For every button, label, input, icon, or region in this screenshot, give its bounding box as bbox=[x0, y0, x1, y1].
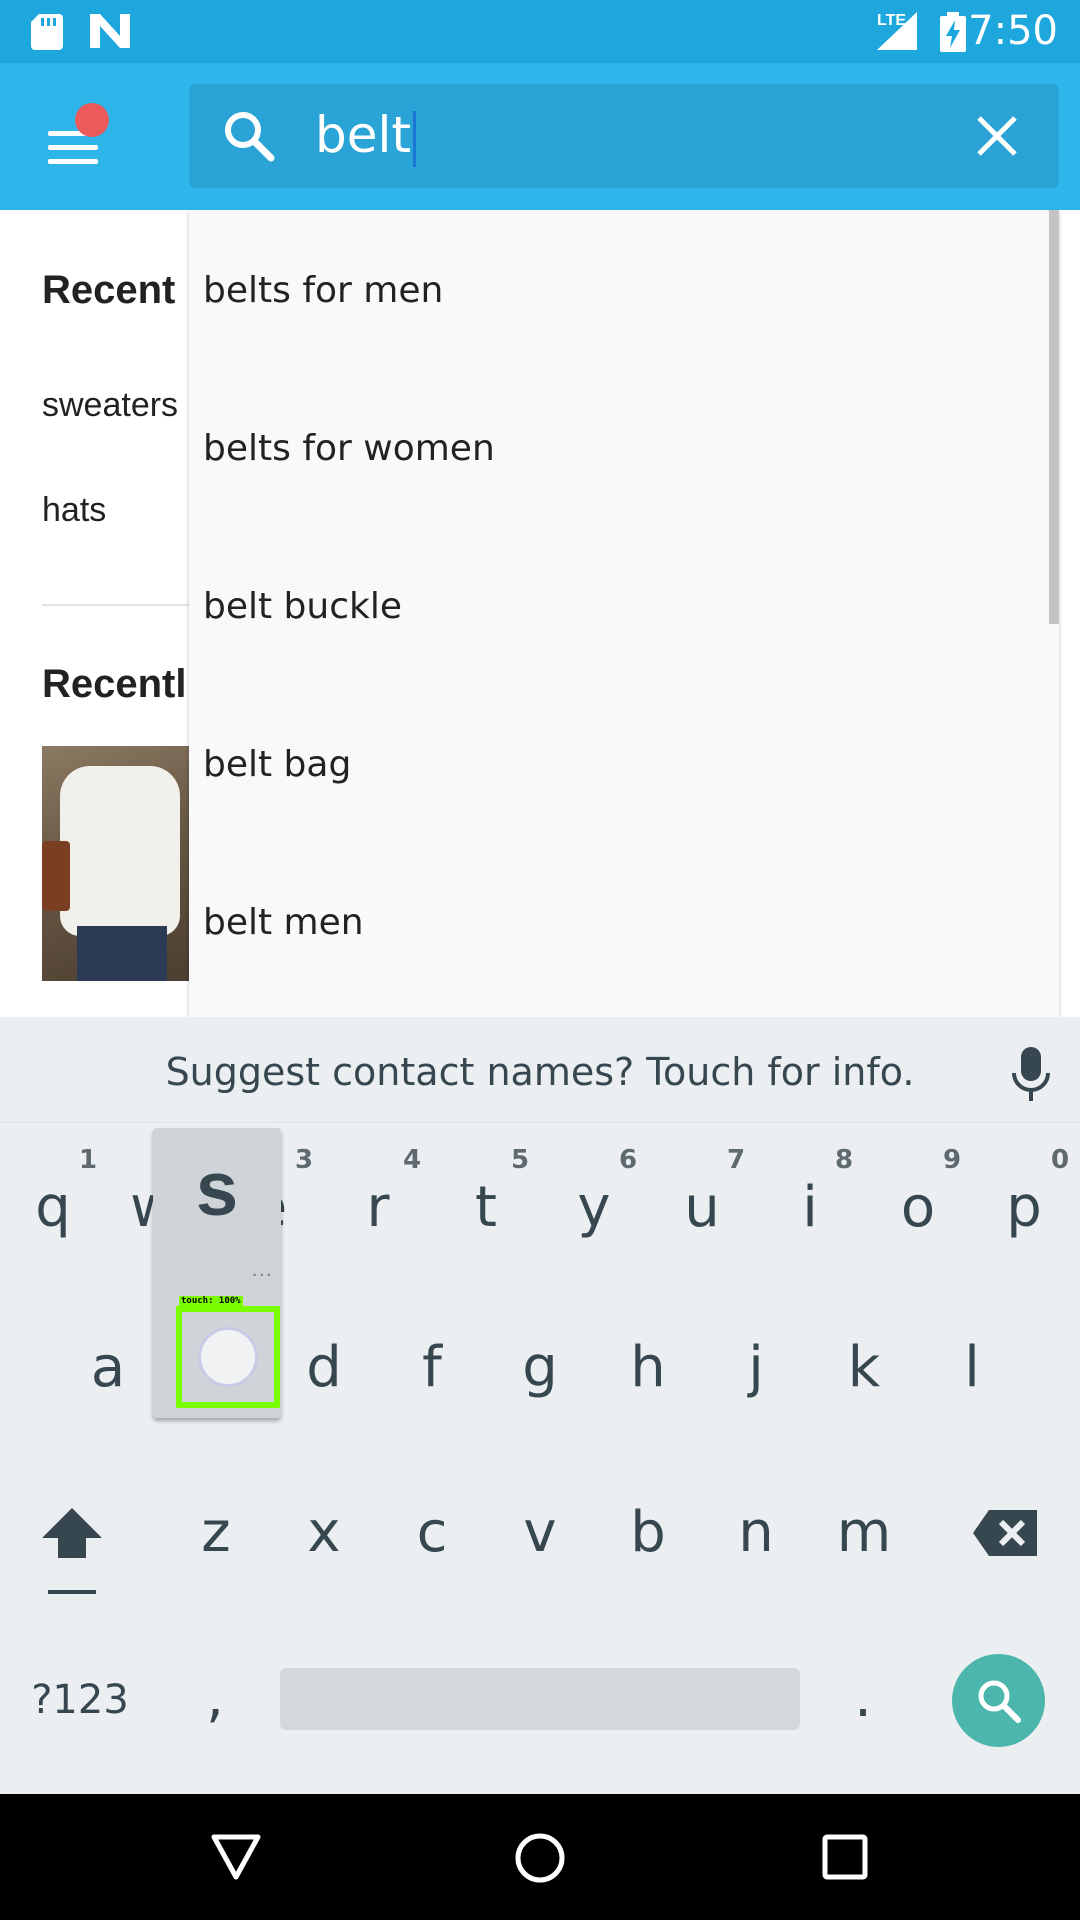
search-icon bbox=[225, 112, 275, 162]
key-hint: 1 bbox=[79, 1145, 98, 1175]
key-k[interactable]: k bbox=[829, 1335, 899, 1400]
recently-viewed-heading: Recentl bbox=[42, 662, 187, 706]
keyboard-suggestion-strip[interactable]: Suggest contact names? Touch for info. bbox=[0, 1017, 1080, 1123]
key-g[interactable]: g bbox=[505, 1335, 575, 1400]
home-circle-icon[interactable] bbox=[514, 1832, 566, 1884]
key-t[interactable]: t bbox=[451, 1175, 521, 1240]
navigation-bar bbox=[0, 1794, 1080, 1920]
key-c[interactable]: c bbox=[397, 1500, 467, 1565]
key-y[interactable]: y bbox=[559, 1175, 629, 1240]
search-action-key[interactable] bbox=[952, 1654, 1045, 1747]
key-m[interactable]: m bbox=[829, 1500, 899, 1565]
suggestion-item[interactable]: belts for women bbox=[203, 428, 495, 469]
recent-search-item[interactable]: hats bbox=[42, 491, 106, 530]
recent-searches-heading: Recent bbox=[42, 268, 176, 312]
app-bar: belt bbox=[0, 63, 1080, 210]
key-q[interactable]: q bbox=[18, 1175, 88, 1240]
search-query-text: belt bbox=[315, 106, 411, 164]
key-b[interactable]: b bbox=[613, 1500, 683, 1565]
signal-icon bbox=[877, 12, 917, 50]
key-hint: 6 bbox=[619, 1145, 638, 1175]
key-v[interactable]: v bbox=[505, 1500, 575, 1565]
key-i[interactable]: i bbox=[775, 1175, 845, 1240]
key-hint: 9 bbox=[943, 1145, 962, 1175]
key-p[interactable]: p bbox=[989, 1175, 1059, 1240]
back-triangle-icon[interactable] bbox=[211, 1834, 261, 1880]
notification-dot bbox=[75, 103, 109, 137]
suggestion-strip-text[interactable]: Suggest contact names? Touch for info. bbox=[0, 1050, 1080, 1094]
key-preview-letter: s bbox=[195, 1147, 239, 1232]
key-z[interactable]: z bbox=[181, 1500, 251, 1565]
touch-indicator-label: touch: 100% bbox=[179, 1296, 243, 1306]
touch-point bbox=[198, 1327, 258, 1387]
battery-charging-icon bbox=[940, 12, 966, 52]
suggestion-item[interactable]: belt men bbox=[203, 902, 364, 943]
suggestion-item[interactable]: belt buckle bbox=[203, 586, 402, 627]
period-key[interactable]: . bbox=[838, 1665, 888, 1730]
key-n[interactable]: n bbox=[721, 1500, 791, 1565]
search-input[interactable]: belt bbox=[315, 106, 416, 167]
key-hint: 0 bbox=[1051, 1145, 1070, 1175]
menu-button[interactable] bbox=[32, 103, 112, 173]
recent-search-item[interactable]: sweaters bbox=[42, 386, 178, 425]
shift-icon[interactable] bbox=[42, 1508, 102, 1558]
space-bar[interactable] bbox=[280, 1668, 800, 1730]
shift-lock-indicator bbox=[48, 1590, 96, 1594]
key-hint: 3 bbox=[295, 1145, 314, 1175]
key-h[interactable]: h bbox=[613, 1335, 683, 1400]
key-hint: 4 bbox=[403, 1145, 422, 1175]
key-d[interactable]: d bbox=[289, 1335, 359, 1400]
backspace-icon[interactable] bbox=[973, 1510, 1037, 1556]
key-r[interactable]: r bbox=[343, 1175, 413, 1240]
recents-square-icon[interactable] bbox=[822, 1834, 868, 1880]
key-hint: 5 bbox=[511, 1145, 530, 1175]
search-box[interactable]: belt bbox=[189, 84, 1059, 188]
key-hint: 7 bbox=[727, 1145, 746, 1175]
sd-card-icon bbox=[31, 14, 63, 50]
search-suggestions: belts for men belts for women belt buckl… bbox=[189, 210, 1059, 1017]
divider bbox=[42, 604, 202, 606]
key-hint: 8 bbox=[835, 1145, 854, 1175]
key-f[interactable]: f bbox=[397, 1335, 467, 1400]
symbols-key[interactable]: ?123 bbox=[24, 1677, 136, 1723]
key-j[interactable]: j bbox=[721, 1335, 791, 1400]
product-thumbnail[interactable] bbox=[42, 746, 192, 981]
comma-key[interactable]: , bbox=[190, 1665, 240, 1730]
clock: 7:50 bbox=[968, 8, 1058, 54]
key-l[interactable]: l bbox=[937, 1335, 1007, 1400]
text-caret bbox=[413, 110, 416, 167]
status-bar: LTE 7:50 bbox=[0, 0, 1080, 63]
suggestion-item[interactable]: belts for men bbox=[203, 270, 443, 311]
key-a[interactable]: a bbox=[73, 1335, 143, 1400]
search-icon bbox=[978, 1680, 1021, 1723]
close-icon[interactable] bbox=[975, 114, 1019, 158]
scrollbar[interactable] bbox=[1049, 210, 1059, 624]
key-x[interactable]: x bbox=[289, 1500, 359, 1565]
more-keys-indicator: ... bbox=[251, 1256, 273, 1281]
key-u[interactable]: u bbox=[667, 1175, 737, 1240]
suggestion-item[interactable]: belt bag bbox=[203, 744, 351, 785]
microphone-icon[interactable] bbox=[1011, 1047, 1051, 1103]
key-o[interactable]: o bbox=[883, 1175, 953, 1240]
n-logo-icon bbox=[90, 14, 130, 48]
